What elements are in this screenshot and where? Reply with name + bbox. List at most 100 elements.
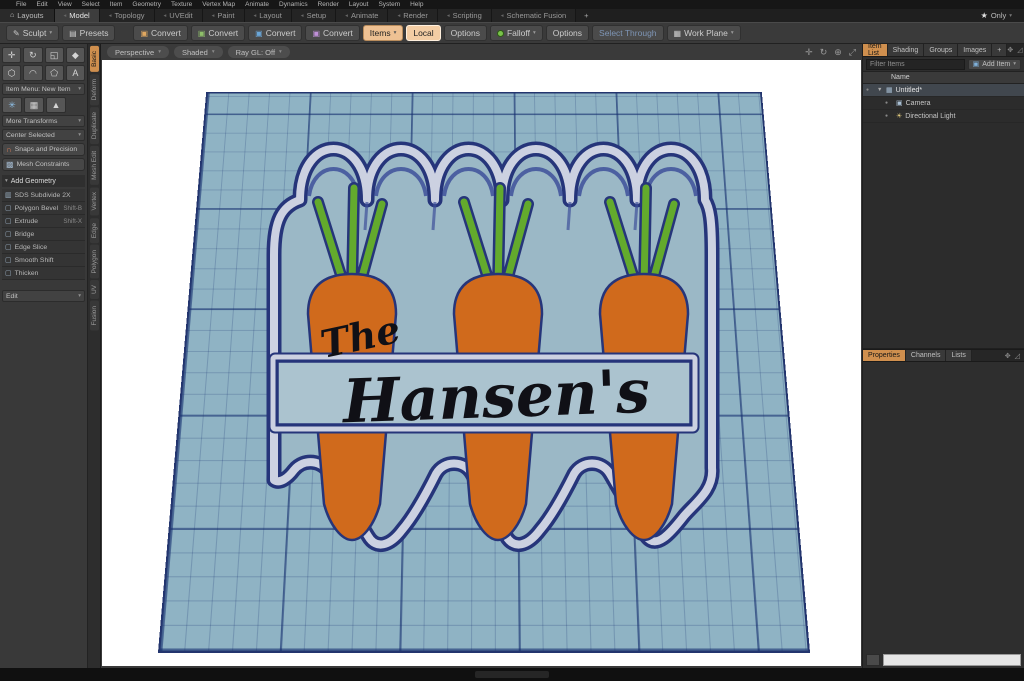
element-move-tool-icon[interactable]: ⬡ (2, 65, 22, 81)
rotate-tool-icon[interactable]: ↻ (23, 47, 43, 63)
filter-items-input[interactable]: Filter Items (866, 58, 965, 70)
tab-lists[interactable]: Lists (946, 350, 972, 361)
item-row-camera[interactable]: ● ▣ Camera (863, 97, 1024, 110)
menu-help[interactable]: Help (410, 1, 423, 8)
menu-geometry[interactable]: Geometry (132, 1, 161, 8)
tab-animate[interactable]: ◂ Animate (336, 9, 389, 22)
text-tool-icon[interactable]: A (65, 65, 85, 81)
menu-system[interactable]: System (378, 1, 400, 8)
vtab-duplicate[interactable]: Duplicate (89, 107, 99, 145)
tab-item-list[interactable]: Item List (863, 43, 888, 57)
layouts-button[interactable]: ⌂ Layouts (0, 9, 55, 22)
viewport-canvas[interactable]: The Hansen's (102, 60, 861, 666)
panel-expand-icon[interactable]: ◿ (1017, 46, 1022, 54)
visibility-eye-icon[interactable]: ● (885, 113, 893, 119)
options-button-2[interactable]: Options (545, 25, 590, 41)
menu-file[interactable]: File (16, 1, 26, 8)
tab-scripting[interactable]: ◂ Scripting (437, 9, 492, 22)
center-selected-dropdown[interactable]: Center Selected ▾ (2, 129, 85, 141)
vtab-polygon[interactable]: Polygon (89, 244, 99, 279)
tab-uvedit[interactable]: ◂ UVEdit (154, 9, 203, 22)
convert-button-1[interactable]: ▣ Convert (133, 25, 188, 41)
convert-button-3[interactable]: ▣ Convert (248, 25, 303, 41)
tool-thicken[interactable]: ▢ Thicken (2, 267, 85, 280)
add-geometry-header[interactable]: ▾ Add Geometry (2, 175, 85, 187)
vtab-mesh-edit[interactable]: Mesh Edit (89, 146, 99, 186)
tab-groups[interactable]: Groups (924, 44, 959, 56)
grid-icon[interactable]: ▦ (24, 97, 44, 113)
vtab-fusion[interactable]: Fusion (89, 301, 99, 331)
vtab-uv[interactable]: UV (89, 280, 99, 300)
rotate-view-icon[interactable]: ↻ (820, 47, 828, 58)
tab-topology[interactable]: ◂ Topology (99, 9, 155, 22)
tab-model[interactable]: ◂ Model (54, 9, 100, 22)
tool-bridge[interactable]: ▢ Bridge (2, 228, 85, 241)
menu-view[interactable]: View (58, 1, 72, 8)
axis-icon[interactable]: ✳ (2, 97, 22, 113)
add-layout-tab-button[interactable]: + (576, 9, 596, 22)
menu-texture[interactable]: Texture (171, 1, 192, 8)
tool-extrude[interactable]: ▢ Extrude Shift-X (2, 215, 85, 228)
menu-edit[interactable]: Edit (36, 1, 47, 8)
vtab-basic[interactable]: Basic (89, 46, 99, 72)
vtab-deform[interactable]: Deform (89, 73, 99, 106)
options-button-1[interactable]: Options (443, 25, 487, 41)
menu-select[interactable]: Select (82, 1, 100, 8)
local-mode-button[interactable]: Local (406, 25, 441, 41)
panel-expand-icon[interactable]: ◿ (1015, 352, 1020, 360)
only-dropdown[interactable]: ★ Only ▾ (969, 9, 1024, 22)
convert-button-4[interactable]: ▣ Convert (305, 25, 360, 41)
camera-view-dropdown[interactable]: Perspective ▾ (107, 46, 169, 58)
menu-animate[interactable]: Animate (245, 1, 269, 8)
tab-render[interactable]: ◂ Render (388, 9, 438, 22)
menu-layout[interactable]: Layout (349, 1, 369, 8)
menu-item[interactable]: Item (110, 1, 123, 8)
uniform-scale-tool-icon[interactable]: ◆ (65, 47, 85, 63)
tab-schematic-fusion[interactable]: ◂ Schematic Fusion (491, 9, 577, 22)
sculpt-button[interactable]: ✎ Sculpt ▾ (6, 25, 60, 41)
select-through-button[interactable]: Select Through (592, 25, 664, 41)
raygl-dropdown[interactable]: Ray GL: Off ▾ (227, 46, 290, 58)
presets-button[interactable]: ▤ Presets (62, 25, 116, 41)
panel-options-icon[interactable]: ✥ (1007, 46, 1013, 54)
vtab-edge[interactable]: Edge (89, 217, 99, 243)
edit-dropdown[interactable]: Edit ▾ (2, 290, 85, 302)
tab-properties[interactable]: Properties (863, 350, 906, 361)
tab-channels[interactable]: Channels (905, 350, 947, 361)
tool-polygon-bevel[interactable]: ▢ Polygon Bevel Shift-B (2, 202, 85, 215)
tool-edge-slice[interactable]: ▢ Edge Slice (2, 241, 85, 254)
tab-shading[interactable]: Shading (887, 44, 925, 56)
falloff-dropdown[interactable]: Falloff ▾ (489, 25, 543, 41)
tool-sds-subdivide[interactable]: ▥ SDS Subdivide 2X (2, 189, 85, 202)
menu-vertex-map[interactable]: Vertex Map (202, 1, 235, 8)
zoom-view-icon[interactable]: ⊕ (834, 47, 842, 58)
menu-dynamics[interactable]: Dynamics (279, 1, 308, 8)
element-scale-tool-icon[interactable]: ⬠ (44, 65, 64, 81)
item-row-directional-light[interactable]: ● ☀ Directional Light (863, 110, 1024, 123)
element-rotate-tool-icon[interactable]: ◠ (23, 65, 43, 81)
cone-icon[interactable]: ▲ (46, 97, 66, 113)
maximize-view-icon[interactable]: ⤢ (849, 47, 856, 58)
item-menu-dropdown[interactable]: Item Menu: New Item ▾ (2, 83, 85, 95)
panel-bottom-input[interactable] (883, 654, 1021, 666)
expander-icon[interactable]: ▼ (877, 87, 883, 93)
visibility-eye-icon[interactable]: ● (866, 87, 874, 93)
more-transforms-dropdown[interactable]: More Transforms ▾ (2, 115, 85, 127)
tab-layout[interactable]: ◂ Layout (244, 9, 292, 22)
visibility-eye-icon[interactable]: ● (885, 100, 893, 106)
work-plane-dropdown[interactable]: ▦ Work Plane ▾ (666, 25, 741, 41)
convert-button-2[interactable]: ▣ Convert (190, 25, 246, 41)
tab-images[interactable]: Images (958, 44, 993, 56)
cookie-cutter-model[interactable]: The Hansen's (102, 60, 861, 666)
tab-setup[interactable]: ◂ Setup (291, 9, 337, 22)
mesh-constraints-button[interactable]: ▩ Mesh Constraints (2, 158, 85, 171)
add-panel-tab-button[interactable]: + (992, 44, 1008, 56)
menu-render[interactable]: Render (318, 1, 339, 8)
item-row-mesh[interactable]: ● ▼ ▦ Untitled* (863, 84, 1024, 97)
tool-smooth-shift[interactable]: ▢ Smooth Shift (2, 254, 85, 267)
items-mode-button[interactable]: Items ▾ (362, 25, 404, 41)
vtab-vertex[interactable]: Vertex (89, 187, 99, 216)
panel-options-icon[interactable]: ✥ (1005, 352, 1011, 360)
shading-mode-dropdown[interactable]: Shaded ▾ (173, 46, 223, 58)
panel-bottom-button[interactable] (866, 654, 880, 666)
